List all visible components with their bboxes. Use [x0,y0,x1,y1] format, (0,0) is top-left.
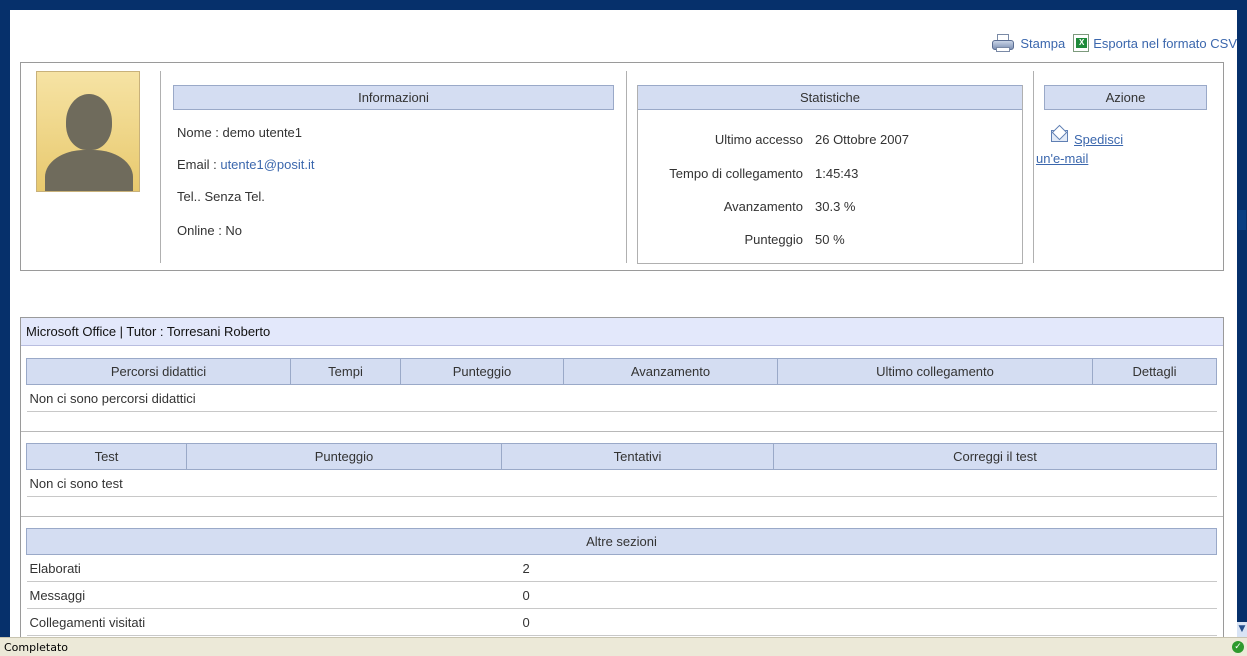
empty-tests-message: Non ci sono test [26,469,1217,497]
stat-value-progress: 30.3 % [815,199,856,214]
row-label-messages: Messaggi [26,581,520,609]
course-title: Microsoft Office | Tutor : Torresani Rob… [21,318,1223,346]
col-header-attempts: Tentativi [501,443,774,470]
stat-label-progress: Avanzamento [723,199,803,214]
user-profile-panel: Informazioni Nome : demo utente1 Email :… [20,62,1224,271]
browser-status-bar: Completato ✓ [0,637,1247,656]
send-email-link[interactable]: Spedisci [1074,132,1123,147]
printer-icon [990,32,1016,54]
envelope-icon[interactable] [1051,124,1069,142]
action-header: Azione [1044,85,1207,110]
tel-line: Tel.. Senza Tel. [177,189,265,204]
scroll-down-arrow[interactable]: ▼ [1237,622,1247,637]
tests-table: Test Punteggio Tentativi Correggi il tes… [26,443,1217,497]
toolbar-links: Stampa X Esporta nel formato CSV [990,32,1237,54]
status-text: Completato [4,641,69,654]
print-link[interactable]: Stampa [990,32,1065,54]
name-value: demo utente1 [222,125,303,140]
email-link[interactable]: utente1@posit.it [220,157,314,172]
table-row: Messaggi 0 [26,581,1217,609]
page-viewport: Stampa X Esporta nel formato CSV Informa… [10,10,1237,637]
info-header: Informazioni [173,85,614,110]
name-label: Nome : [177,125,223,140]
col-header-details: Dettagli [1092,358,1217,385]
divider [1033,71,1034,263]
export-csv-label: Esporta nel formato CSV [1093,35,1237,51]
print-label: Stampa [1020,35,1066,51]
avatar [36,71,140,192]
row-label-visited-links: Collegamenti visitati [26,608,520,636]
other-sections-table: Altre sezioni Elaborati 2 Messaggi 0 Col… [26,528,1217,636]
checkmark-icon: ✓ [1232,641,1244,653]
email-label: Email : [177,157,221,172]
stat-value-connection-time: 1:45:43 [815,166,859,181]
name-line: Nome : demo utente1 [177,125,302,140]
stat-label-last-access: Ultimo accesso [714,132,803,147]
excel-icon: X [1073,34,1090,52]
export-csv-link[interactable]: X Esporta nel formato CSV [1065,34,1237,52]
col-header-times: Tempi [290,358,401,385]
col-header-test-score: Punteggio [186,443,502,470]
stat-value-last-access: 26 Ottobre 2007 [815,132,909,147]
learning-paths-table: Percorsi didattici Tempi Punteggio Avanz… [26,358,1217,412]
stat-value-score: 50 % [815,232,845,247]
other-sections-header: Altre sezioni [26,528,1217,555]
row-value-assignments: 2 [519,554,1217,582]
stat-label-connection-time: Tempo di collegamento [669,166,803,181]
email-line: Email : utente1@posit.it [177,157,315,172]
col-header-score: Punteggio [400,358,564,385]
col-header-last-connection: Ultimo collegamento [777,358,1093,385]
vertical-scrollbar[interactable]: ▼ [1237,10,1247,637]
course-section: Microsoft Office | Tutor : Torresani Rob… [20,317,1224,637]
table-row: Elaborati 2 [26,554,1217,582]
scrollbar-thumb[interactable] [1238,210,1246,230]
col-header-correct-test: Correggi il test [773,443,1217,470]
table-row: Collegamenti visitati 0 [26,608,1217,636]
row-label-assignments: Elaborati [26,554,520,582]
col-header-test: Test [26,443,187,470]
stat-label-score: Punteggio [744,232,803,247]
online-status: Online : No [177,223,243,238]
section-divider [21,431,1223,432]
empty-paths-message: Non ci sono percorsi didattici [26,384,1217,412]
col-header-paths: Percorsi didattici [26,358,291,385]
send-email-link-line2[interactable]: un'e-mail [1036,151,1088,166]
divider [160,71,161,263]
col-header-progress: Avanzamento [563,358,778,385]
section-divider [21,516,1223,517]
row-value-messages: 0 [519,581,1217,609]
row-value-visited-links: 0 [519,608,1217,636]
divider [626,71,627,263]
